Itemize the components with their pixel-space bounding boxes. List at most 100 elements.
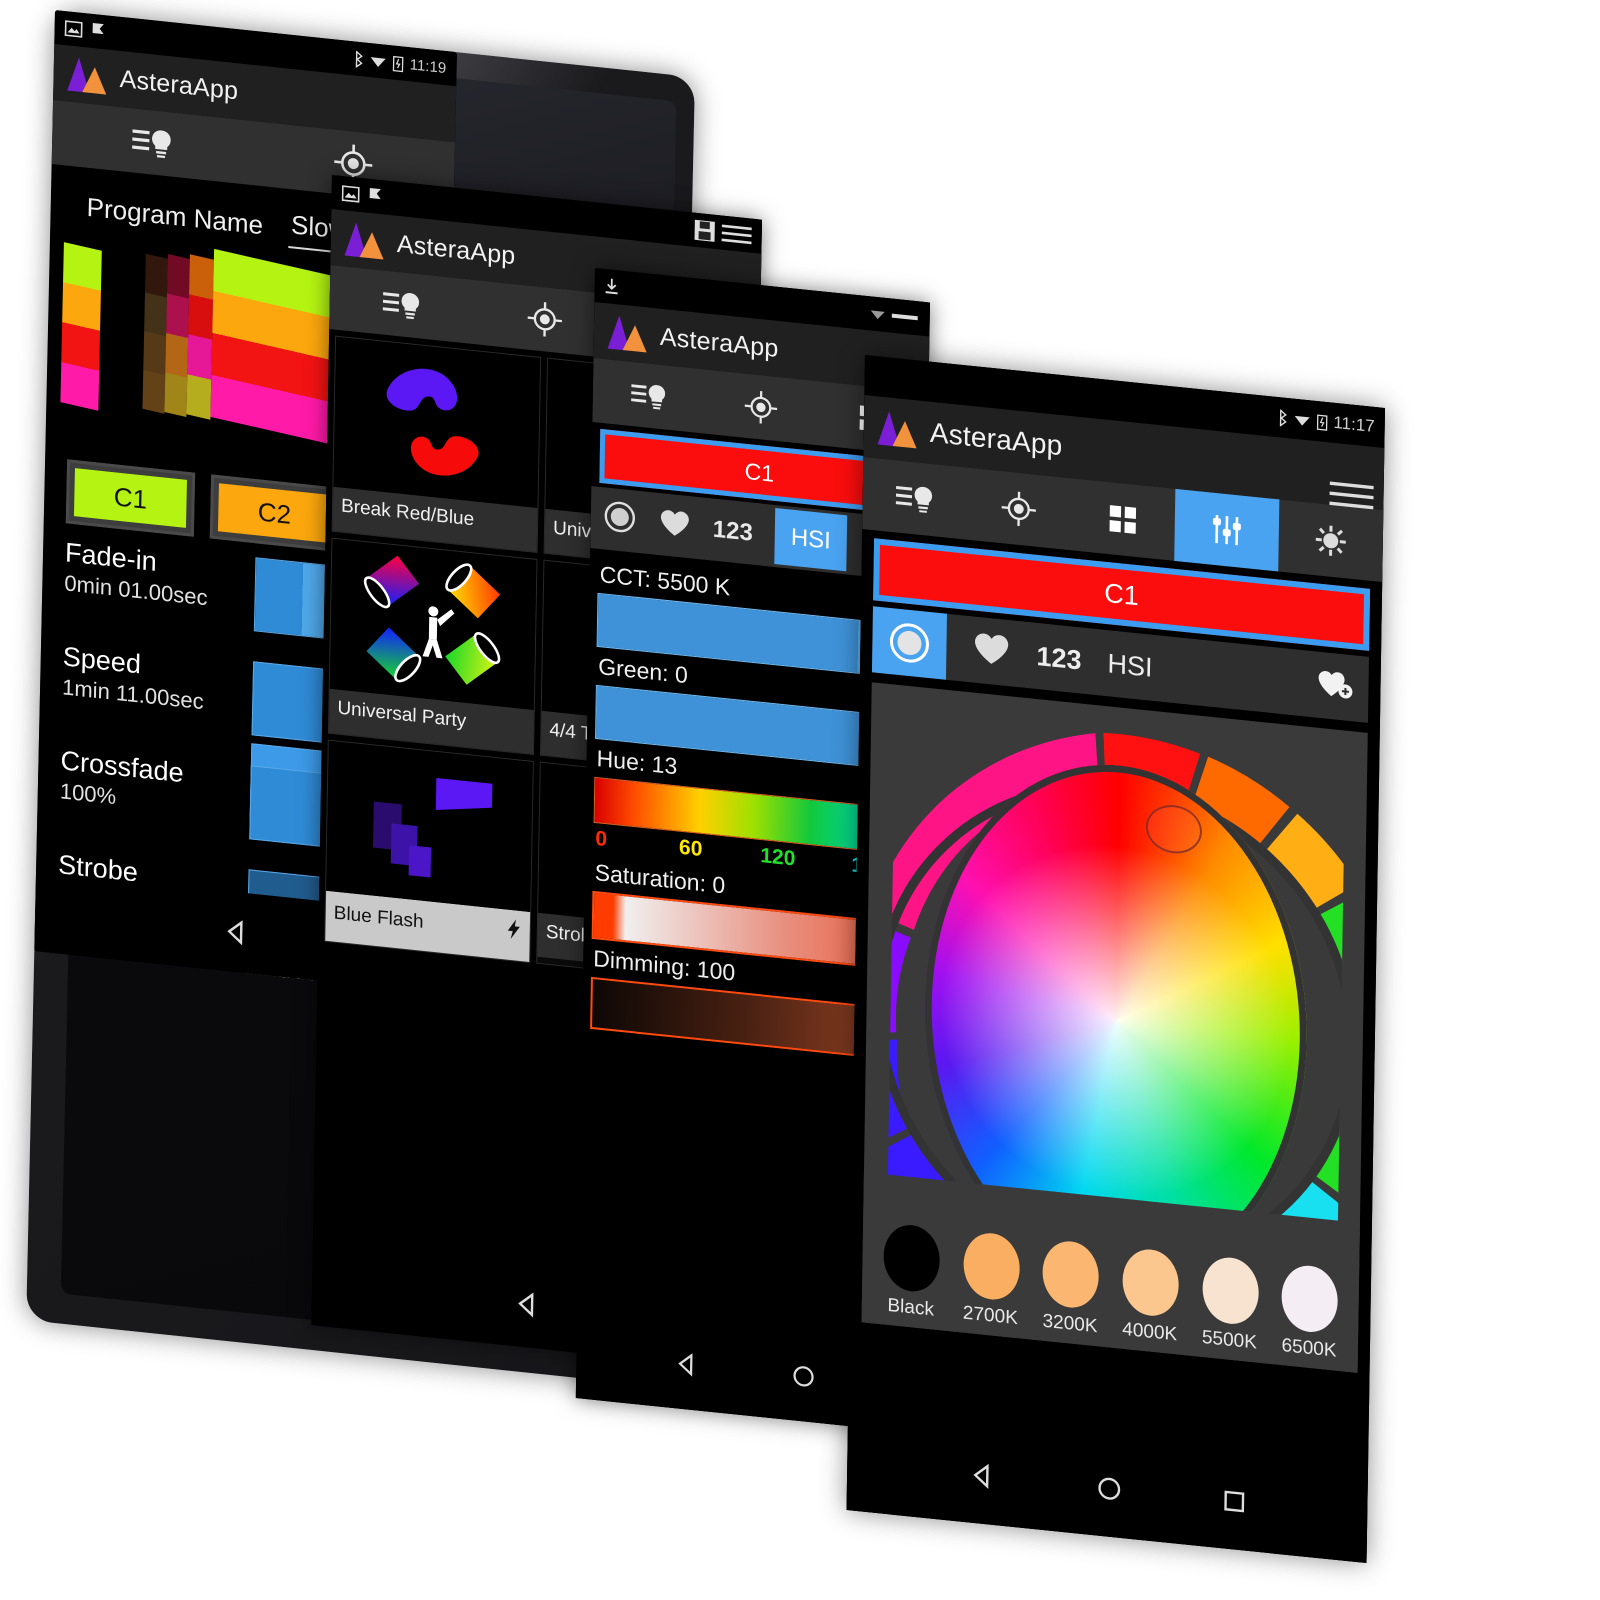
home-circle-icon[interactable] — [1096, 1474, 1122, 1503]
back-triangle-icon[interactable] — [221, 916, 252, 949]
lamp-list-icon — [132, 129, 172, 159]
app-title: AsteraApp — [929, 416, 1063, 462]
cct-label: 2700K — [962, 1302, 1019, 1330]
cct-preset-5500k[interactable]: 5500K — [1196, 1254, 1263, 1355]
speed-slider[interactable] — [251, 661, 328, 744]
cct-swatch — [1281, 1262, 1339, 1335]
phone4-status-right: 11:17 — [1276, 407, 1375, 437]
cct-swatch — [1121, 1246, 1180, 1319]
back-triangle-icon[interactable] — [672, 1349, 700, 1380]
heart-icon[interactable] — [972, 629, 1011, 674]
battery-icon — [392, 55, 404, 72]
mode-hsi-tab[interactable]: HSI — [774, 507, 848, 572]
bluetooth-icon — [1279, 408, 1287, 427]
phone4-clock: 11:17 — [1333, 412, 1375, 437]
cct-preset-black[interactable]: Black — [878, 1222, 945, 1323]
crossfade-slider[interactable] — [249, 765, 325, 848]
tab-target[interactable] — [966, 468, 1071, 551]
phone4-screen: 11:17 AsteraApp C1 123 HSI Black 2700K 3… — [846, 355, 1385, 1564]
mode-hsi-tab[interactable]: HSI — [1107, 648, 1152, 684]
sun-gear-icon — [1315, 525, 1346, 556]
effect-tile[interactable]: Break Red/Blue — [331, 335, 542, 554]
save-floppy-icon[interactable] — [693, 219, 715, 243]
effect-art-universal-party — [329, 538, 537, 710]
phone4-nav-bar — [846, 1414, 1369, 1564]
cct-preset-2700k[interactable]: 2700K — [957, 1230, 1024, 1331]
ring-icon[interactable] — [871, 606, 947, 680]
home-circle-icon[interactable] — [792, 1363, 816, 1389]
wifi-icon — [1294, 415, 1310, 426]
mode-123-label[interactable]: 123 — [713, 516, 754, 548]
lamp-list-icon — [630, 384, 665, 410]
mode-123-label[interactable]: 123 — [1036, 640, 1082, 676]
program-name-label: Program Name — [86, 191, 264, 241]
lamp-list-icon — [382, 292, 419, 320]
heart-icon[interactable] — [658, 507, 691, 545]
effect-art-blue-flash — [326, 740, 533, 912]
lightning-bolt-icon — [505, 917, 522, 947]
wifi-icon — [870, 310, 885, 320]
cct-preset-6500k[interactable]: 6500K — [1276, 1262, 1343, 1363]
astera-triangle-logo — [344, 221, 386, 260]
wifi-icon — [370, 56, 386, 67]
cct-label: 6500K — [1281, 1335, 1337, 1362]
back-triangle-icon[interactable] — [512, 1288, 543, 1321]
color-swatch-c2-label: C2 — [217, 483, 331, 544]
astera-triangle-logo — [877, 410, 919, 449]
device-phone-wheel: 11:17 AsteraApp C1 123 HSI Black 2700K 3… — [846, 355, 1385, 1564]
cct-label: Black — [887, 1294, 935, 1321]
color-swatch-c2[interactable]: C2 — [209, 474, 340, 552]
download-icon — [605, 278, 618, 295]
lamp-list-icon — [895, 486, 933, 513]
effect-name: Blue Flash — [333, 902, 424, 933]
effect-tile[interactable]: Blue Flash — [324, 739, 534, 964]
target-icon — [744, 390, 777, 424]
hue-tick: 120 — [760, 844, 796, 871]
app-title: AsteraApp — [396, 229, 516, 270]
tab-sliders[interactable] — [1174, 488, 1280, 572]
cct-swatch — [882, 1222, 941, 1295]
back-triangle-icon[interactable] — [967, 1459, 997, 1492]
image-icon — [341, 185, 360, 203]
screenshot-stage: 11:19 AsteraApp Program Name Slow C1 C2 … — [0, 0, 1600, 1600]
color-swatch-c1-label: C1 — [73, 468, 187, 528]
square-recents-icon[interactable] — [1221, 1487, 1247, 1516]
hue-tick: 60 — [678, 835, 703, 862]
app-title: AsteraApp — [659, 322, 779, 363]
color-swatch-c1[interactable]: C1 — [65, 459, 196, 537]
heart-plus-icon[interactable] — [1316, 665, 1355, 708]
phone2-status-actions — [693, 219, 752, 247]
fade-in-slider[interactable] — [253, 557, 330, 640]
hamburger-menu-icon[interactable] — [1329, 479, 1374, 518]
cct-label: 4000K — [1122, 1318, 1178, 1346]
target-icon — [1001, 491, 1036, 527]
astera-triangle-logo — [607, 314, 649, 353]
image-icon — [64, 20, 83, 38]
tab-target[interactable] — [704, 370, 817, 446]
cct-preset-4000k[interactable]: 4000K — [1117, 1246, 1184, 1347]
ring-icon[interactable] — [602, 498, 637, 543]
effect-art-break-red-blue — [333, 336, 541, 508]
cct-label: 5500K — [1201, 1326, 1258, 1354]
flag-icon — [92, 22, 104, 35]
flag-icon — [369, 187, 381, 200]
tab-lamp-list[interactable] — [592, 358, 705, 434]
grid-icon — [1109, 505, 1137, 534]
hue-tick: 0 — [595, 827, 608, 852]
astera-triangle-logo — [67, 56, 108, 95]
cct-preset-3200k[interactable]: 3200K — [1037, 1238, 1104, 1339]
bluetooth-icon — [355, 49, 363, 68]
tab-lamp-list[interactable] — [862, 457, 967, 540]
tablet-clock: 11:19 — [409, 55, 447, 77]
target-icon — [527, 302, 562, 337]
battery-icon — [1316, 413, 1328, 431]
cct-label: 3200K — [1042, 1310, 1098, 1338]
tablet-status-right: 11:19 — [353, 49, 447, 77]
cct-swatch — [1201, 1254, 1259, 1327]
tab-grid[interactable] — [1070, 478, 1175, 561]
phone3-status-right — [870, 307, 920, 324]
cct-swatch — [962, 1230, 1020, 1303]
app-title: AsteraApp — [119, 64, 239, 105]
effect-tile[interactable]: Universal Party — [327, 537, 538, 756]
hamburger-menu-icon[interactable] — [721, 223, 752, 246]
